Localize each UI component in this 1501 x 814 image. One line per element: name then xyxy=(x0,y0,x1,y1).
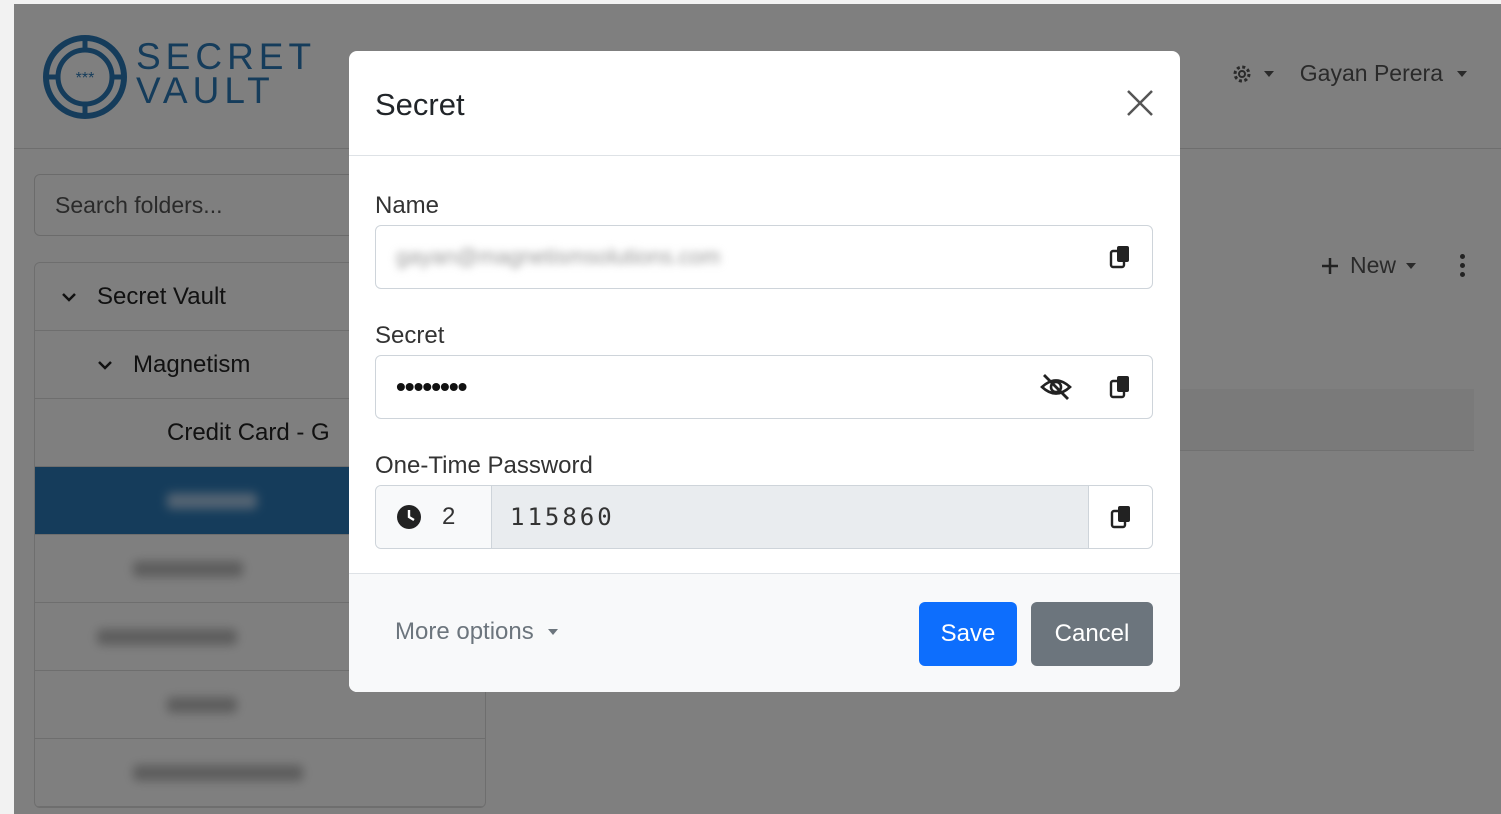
modal-title: Secret xyxy=(375,87,465,122)
name-field[interactable]: gayan@magnetismsolutions.com xyxy=(375,225,1153,289)
save-button[interactable]: Save xyxy=(919,602,1017,666)
name-value: gayan@magnetismsolutions.com xyxy=(396,244,721,269)
otp-label: One-Time Password xyxy=(375,452,593,479)
secret-label: Secret xyxy=(375,322,445,349)
close-icon[interactable] xyxy=(1124,87,1156,119)
name-label: Name xyxy=(375,192,440,219)
more-options-dropdown[interactable]: More options xyxy=(395,618,558,646)
otp-timer: 2 xyxy=(376,486,492,548)
more-options-label: More options xyxy=(395,618,534,645)
copy-name-button[interactable] xyxy=(1088,226,1152,288)
otp-field: 2 115860 xyxy=(375,485,1153,549)
secret-value: •••••••• xyxy=(396,371,467,402)
secret-field[interactable]: •••••••• xyxy=(375,355,1153,419)
copy-secret-button[interactable] xyxy=(1088,356,1152,418)
copy-icon xyxy=(1109,376,1129,399)
copy-icon xyxy=(1109,246,1129,269)
secret-modal: Secret Name gayan@magnetismsolutions.com… xyxy=(349,51,1180,692)
modal-footer: More options Save Cancel xyxy=(349,573,1180,692)
toggle-visibility-button[interactable] xyxy=(1024,356,1088,418)
copy-otp-button[interactable] xyxy=(1088,486,1152,548)
cancel-button[interactable]: Cancel xyxy=(1031,602,1153,666)
chevron-down-icon xyxy=(547,629,558,635)
eye-slash-icon xyxy=(1040,374,1072,400)
modal-header: Secret xyxy=(349,51,1180,156)
otp-seconds: 2 xyxy=(442,503,456,530)
copy-icon xyxy=(1110,506,1130,529)
otp-code: 115860 xyxy=(492,486,1088,548)
clock-icon xyxy=(397,505,421,529)
